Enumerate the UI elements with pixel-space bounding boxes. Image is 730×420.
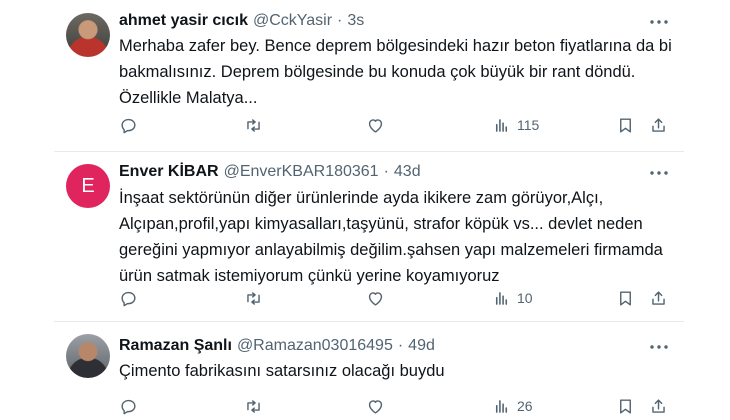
retweet-button[interactable] (244, 113, 263, 137)
retweet-icon (244, 116, 263, 135)
tweet-line: Çimento fabrikasını satarsınız olacağı b… (119, 362, 445, 380)
share-button[interactable] (649, 113, 668, 137)
more-icon[interactable] (648, 337, 670, 357)
tweet-line: Alçıpan,profil,yapı kimyasalları,taşyünü… (119, 215, 643, 233)
more-icon[interactable] (648, 163, 670, 183)
like-button[interactable] (366, 394, 385, 418)
views-count: 10 (517, 290, 533, 306)
bookmark-icon (616, 397, 635, 416)
share-icon (649, 289, 668, 308)
tweet-line: gereğini yapmıyor anlayabilmiş değilim.ş… (119, 241, 663, 259)
retweet-icon (244, 289, 263, 308)
tweet-line: İnşaat sektörünün diğer ürünlerinde ayda… (119, 189, 604, 207)
reply-button[interactable] (119, 394, 138, 418)
tweet-line: Merhaba zafer bey. Bence deprem bölgesin… (119, 37, 672, 55)
author-name[interactable]: ahmet yasir cıcık (119, 12, 248, 30)
avatar[interactable] (66, 13, 110, 57)
author-name[interactable]: Ramazan Şanlı (119, 337, 232, 355)
reply-icon (119, 289, 138, 308)
reply-icon (119, 116, 138, 135)
tweet-line: bakmalısınız. Deprem bölgesinde bu konud… (119, 63, 636, 81)
tweet-text: İnşaat sektörünün diğer ürünlerinde ayda… (119, 185, 679, 289)
timestamp[interactable]: 3s (347, 12, 364, 30)
author-handle[interactable]: @EnverKBAR180361 (224, 163, 379, 181)
views-icon (492, 397, 511, 416)
tweet[interactable]: E Enver KİBAR @EnverKBAR180361 · 43d İnş… (0, 152, 730, 322)
bookmark-icon (616, 289, 635, 308)
author-name[interactable]: Enver KİBAR (119, 163, 219, 181)
author-handle[interactable]: @Ramazan03016495 (237, 337, 393, 355)
tweet-text: Merhaba zafer bey. Bence deprem bölgesin… (119, 33, 679, 111)
tweet-line: Özellikle Malatya... (119, 89, 258, 107)
views-count: 115 (517, 117, 540, 133)
retweet-icon (244, 397, 263, 416)
reply-icon (119, 397, 138, 416)
like-icon (366, 289, 385, 308)
views-icon (492, 116, 511, 135)
reply-button[interactable] (119, 113, 138, 137)
tweet[interactable]: Ramazan Şanlı @Ramazan03016495 · 49d Çim… (0, 322, 730, 420)
share-button[interactable] (649, 394, 668, 418)
bookmark-button[interactable] (616, 394, 635, 418)
views-button[interactable]: 10 (492, 286, 533, 310)
share-icon (649, 116, 668, 135)
like-icon (366, 116, 385, 135)
tweet[interactable]: ahmet yasir cıcık @CckYasir · 3s Merhaba… (0, 0, 730, 147)
bookmark-icon (616, 116, 635, 135)
bookmark-button[interactable] (616, 286, 635, 310)
separator: · (397, 337, 404, 354)
views-count: 26 (517, 398, 533, 414)
tweet-text: Çimento fabrikasını satarsınız olacağı b… (119, 358, 679, 384)
like-icon (366, 397, 385, 416)
more-icon[interactable] (648, 12, 670, 32)
avatar[interactable]: E (66, 164, 110, 208)
views-button[interactable]: 115 (492, 113, 539, 137)
views-button[interactable]: 26 (492, 394, 533, 418)
like-button[interactable] (366, 113, 385, 137)
separator: · (337, 12, 343, 29)
timestamp[interactable]: 49d (408, 337, 435, 355)
retweet-button[interactable] (244, 286, 263, 310)
bookmark-button[interactable] (616, 113, 635, 137)
share-button[interactable] (649, 286, 668, 310)
timestamp[interactable]: 43d (394, 163, 421, 181)
like-button[interactable] (366, 286, 385, 310)
views-icon (492, 289, 511, 308)
reply-button[interactable] (119, 286, 138, 310)
author-handle[interactable]: @CckYasir (253, 12, 332, 30)
separator: · (383, 163, 389, 180)
avatar[interactable] (66, 334, 110, 378)
retweet-button[interactable] (244, 394, 263, 418)
share-icon (649, 397, 668, 416)
